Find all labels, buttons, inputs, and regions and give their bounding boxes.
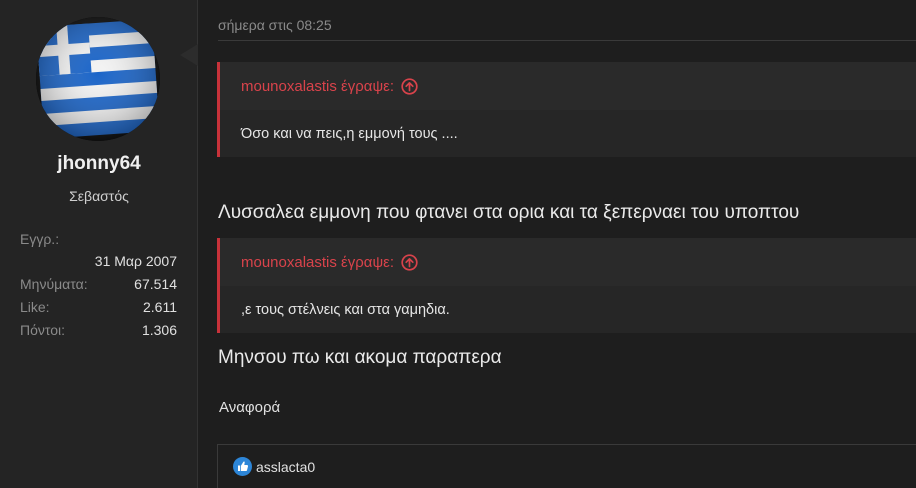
post-timestamp[interactable]: σήμερα στις 08:25 (218, 17, 332, 33)
likes-row: Like: 2.611 (20, 296, 177, 319)
messages-value[interactable]: 67.514 (134, 273, 177, 296)
reaction-user-link[interactable]: asslacta0 (256, 459, 315, 475)
username[interactable]: jhonny64 (0, 153, 198, 175)
report-link[interactable]: Αναφορά (219, 399, 280, 416)
points-row: Πόντοι: 1.306 (20, 319, 177, 342)
reactions-bar: asslacta0 (217, 444, 916, 488)
user-title: Σεβαστός (69, 188, 129, 204)
likes-label: Like: (20, 299, 50, 315)
quote-author[interactable]: mounoxalastis έγραψε: (241, 78, 394, 95)
likes-value: 2.611 (143, 299, 177, 315)
user-stats: Εγγρ.: 31 Μαρ 2007 Μηνύματα: 67.514 Like… (20, 229, 177, 342)
quote-text: ,ε τους στέλνεις και στα γαμηδια. (241, 301, 450, 318)
quote-header[interactable]: mounoxalastis έγραψε: (220, 238, 916, 286)
arrow-up-circle-icon[interactable] (401, 253, 418, 271)
quote-text: Όσο και να πεις,η εμμονή τους .... (241, 125, 458, 142)
arrow-up-circle-icon[interactable] (401, 77, 418, 95)
post-pointer-arrow (180, 44, 198, 66)
avatar[interactable] (36, 17, 160, 141)
reply-text: Λυσσαλεα εμμονη που φτανει στα ορια και … (218, 202, 800, 223)
greek-flag-avatar-image (36, 17, 160, 141)
divider (218, 40, 916, 41)
joined-value: 31 Μαρ 2007 (94, 253, 177, 269)
messages-row: Μηνύματα: 67.514 (20, 273, 177, 296)
quote-block: mounoxalastis έγραψε: ,ε τους στέλνεις κ… (217, 238, 916, 333)
quote-header[interactable]: mounoxalastis έγραψε: (220, 62, 916, 110)
points-label: Πόντοι: (20, 322, 66, 338)
user-info-panel: jhonny64 Σεβαστός Εγγρ.: 31 Μαρ 2007 Μην… (0, 0, 198, 488)
post-body: σήμερα στις 08:25 mounoxalastis έγραψε: … (198, 0, 916, 488)
quote-block: mounoxalastis έγραψε: Όσο και να πεις,η … (217, 62, 916, 157)
joined-label: Εγγρ.: (20, 231, 60, 247)
quote-author[interactable]: mounoxalastis έγραψε: (241, 254, 394, 271)
thumbs-up-icon (233, 457, 252, 476)
messages-label: Μηνύματα: (20, 276, 88, 292)
points-value[interactable]: 1.306 (142, 319, 177, 342)
reply-text: Μηνσου πω και ακομα παραπερα (218, 347, 502, 368)
